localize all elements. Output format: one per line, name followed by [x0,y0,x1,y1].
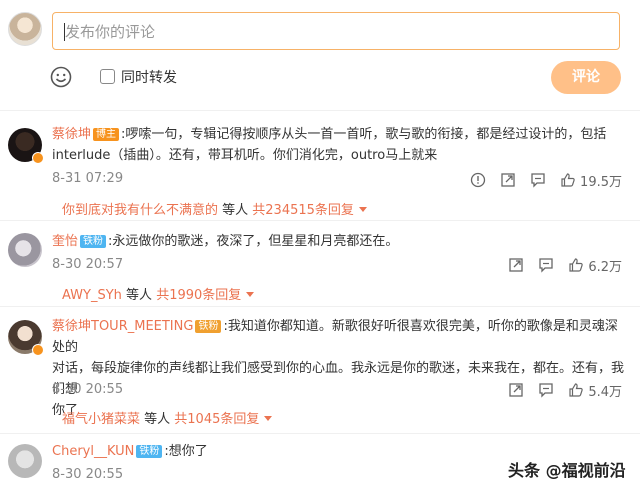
comment-icon[interactable] [538,257,554,273]
like-icon [569,383,584,397]
comment-body: :想你了 [164,444,208,459]
reply-mid: 等人 [140,412,175,427]
reply-count[interactable]: 共234515条回复 [252,203,354,218]
comment-body: :啰嗦一句，专辑记得按顺序从头一首一首听，歌与歌的衔接，都是经过设计的，包括 [121,127,607,142]
avatar[interactable] [8,444,42,478]
comment-body: :永远做你的歌迷，夜深了，但星星和月亮都还在。 [108,234,399,249]
comment-actions: 19.5万 [470,171,622,190]
comment-text: 奎怡 铁粉:永远做你的歌迷，夜深了，但星星和月亮都还在。 [52,231,627,252]
divider [0,433,640,434]
repost-icon[interactable] [500,172,516,188]
username[interactable]: 蔡徐坤TOUR_MEETING [52,319,193,334]
like-icon [569,258,584,272]
repost-checkbox[interactable] [100,69,115,84]
user-tag: 铁粉 [136,445,163,458]
comment-body-cont: interlude（插曲）。还有，带耳机听。你们消化完，outro马上就来 [52,148,438,163]
comment-text: 蔡徐坤TOUR_MEETING 铁粉:我知道你都知道。新歌很好听很喜欢很完美，听你… [52,316,627,421]
like-button[interactable]: 6.2万 [568,256,622,275]
chevron-down-icon [358,207,367,212]
comment-actions: 5.4万 [508,381,622,400]
my-avatar[interactable] [8,12,42,46]
like-button[interactable]: 5.4万 [568,381,622,400]
reply-user[interactable]: 你到底对我有什么不满意的 [62,203,218,218]
reply-summary[interactable]: 福气小猪菜菜 等人 共1045条回复 [62,408,273,427]
verified-badge [32,344,44,356]
repost-icon[interactable] [508,257,524,273]
comment-time: 8-30 20:57 [52,257,124,272]
username[interactable]: 奎怡 [52,234,78,249]
comment-input[interactable]: 发布你的评论 [52,12,620,50]
comment-time: 8-30 20:55 [52,467,124,482]
verified-badge [32,152,44,164]
divider [0,220,640,221]
reply-summary[interactable]: AWY_SYh 等人 共1990条回复 [62,284,255,303]
emoji-icon[interactable] [50,66,72,88]
username[interactable]: 蔡徐坤 [52,127,91,142]
username[interactable]: Cheryl__KUN [52,444,134,459]
user-tag: 博主 [93,128,120,141]
reply-user[interactable]: AWY_SYh [62,288,122,303]
comment-text: 蔡徐坤 博主:啰嗦一句，专辑记得按顺序从头一首一首听，歌与歌的衔接，都是经过设计的… [52,124,627,166]
reply-mid: 等人 [218,203,253,218]
comment-actions: 6.2万 [508,256,622,275]
reply-user[interactable]: 福气小猪菜菜 [62,412,140,427]
comment-time: 8-30 20:55 [52,382,124,397]
like-count: 19.5万 [580,174,622,190]
report-icon[interactable] [470,172,486,188]
repost-label: 同时转发 [121,70,177,86]
avatar[interactable] [8,233,42,267]
repost-icon[interactable] [508,382,524,398]
watermark: 头条 @福视前沿 [508,461,626,480]
divider [0,306,640,307]
reply-summary[interactable]: 你到底对我有什么不满意的 等人 共234515条回复 [62,199,367,218]
divider [0,110,640,111]
chevron-down-icon [264,416,273,421]
like-count: 5.4万 [588,384,622,400]
reply-count[interactable]: 共1990条回复 [156,288,241,303]
reply-mid: 等人 [121,288,157,303]
like-count: 6.2万 [588,259,622,275]
like-button[interactable]: 19.5万 [560,171,622,190]
chevron-down-icon [246,292,255,297]
submit-comment-button[interactable]: 评论 [551,61,621,94]
user-tag: 铁粉 [195,320,222,333]
comment-icon[interactable] [530,172,546,188]
comment-time: 8-31 07:29 [52,171,124,186]
like-icon [561,173,575,187]
reply-count[interactable]: 共1045条回复 [174,412,259,427]
comment-icon[interactable] [538,382,554,398]
user-tag: 铁粉 [80,235,107,248]
